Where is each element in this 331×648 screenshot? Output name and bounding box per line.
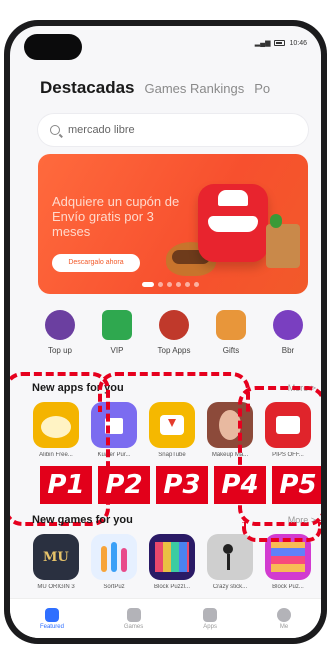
banner-title: Adquiere un cupón de Envío gratis por 3 …: [52, 194, 180, 239]
bottom-navigation: Featured Games Apps Me: [10, 598, 321, 638]
status-time: 10:46: [289, 39, 307, 47]
game-item[interactable]: Block Puz...: [264, 534, 312, 590]
category-bbr[interactable]: Bbr: [262, 310, 314, 355]
annotation-highlight-box: [238, 386, 321, 526]
grocery-bag-illustration: [266, 214, 300, 268]
gamepad-icon: [126, 607, 141, 622]
search-input[interactable]: mercado libre: [68, 124, 135, 136]
signal-icon: ▂▄▆: [254, 40, 271, 47]
nav-apps[interactable]: Apps: [203, 607, 218, 630]
game-item[interactable]: Block Puzzl...: [148, 534, 196, 590]
promo-banner[interactable]: Adquiere un cupón de Envío gratis por 3 …: [38, 154, 308, 294]
crown-icon: [102, 310, 132, 340]
gift-icon: [216, 310, 246, 340]
new-games-title: New games for you: [32, 514, 133, 526]
annotation-p5: P5: [272, 466, 321, 504]
nav-featured[interactable]: Featured: [40, 607, 64, 630]
annotation-p4: P4: [214, 466, 266, 504]
nav-me[interactable]: Me: [277, 607, 292, 630]
annotation-p3: P3: [156, 466, 208, 504]
annotation-p1: P1: [40, 466, 92, 504]
nav-games[interactable]: Games: [124, 607, 143, 630]
pedidosya-logo-illustration: [198, 184, 268, 262]
new-games-list: MU MU ORIGIN 3 SortPuz Block Puzzl... Cr…: [32, 534, 312, 590]
status-bar: ▂▄▆ 10:46: [254, 39, 307, 48]
stick-icon: [207, 534, 253, 580]
featured-icon: [44, 607, 59, 622]
tubes-icon: [91, 534, 137, 580]
category-top-apps[interactable]: Top Apps: [148, 310, 200, 355]
wizard-icon: [273, 310, 303, 340]
annotation-highlight-box: [98, 372, 250, 412]
category-gifts[interactable]: Gifts: [205, 310, 257, 355]
apps-icon: [203, 607, 218, 622]
category-row: Top up VIP Top Apps Gifts Bbr: [34, 310, 314, 355]
category-vip[interactable]: VIP: [91, 310, 143, 355]
wizard-icon: [45, 310, 75, 340]
banner-download-button[interactable]: Descargalo ahora: [52, 254, 140, 272]
tab-destacadas[interactable]: Destacadas: [40, 78, 135, 98]
carousel-dots: [142, 282, 199, 287]
game-item[interactable]: Crazy stick...: [206, 534, 254, 590]
mu-icon: MU: [33, 534, 79, 580]
blocks-icon: [149, 534, 195, 580]
annotation-p2: P2: [98, 466, 150, 504]
octopus-icon: [159, 310, 189, 340]
tab-more[interactable]: Po: [254, 81, 270, 96]
tab-games-rankings[interactable]: Games Rankings: [145, 81, 245, 96]
battery-icon: [274, 40, 286, 46]
game-item[interactable]: SortPuz: [90, 534, 138, 590]
annotation-highlight-box: [242, 522, 321, 542]
search-bar[interactable]: mercado libre: [38, 114, 308, 146]
top-tabs: Destacadas Games Rankings Po: [40, 78, 270, 98]
camera-cutout: [24, 34, 82, 60]
search-icon: [50, 125, 60, 135]
profile-icon: [277, 607, 292, 622]
category-top-up[interactable]: Top up: [34, 310, 86, 355]
game-item[interactable]: MU MU ORIGIN 3: [32, 534, 80, 590]
phone-frame: ▂▄▆ 10:46 Destacadas Games Rankings Po m…: [4, 20, 327, 644]
app-screen: ▂▄▆ 10:46 Destacadas Games Rankings Po m…: [10, 26, 321, 638]
